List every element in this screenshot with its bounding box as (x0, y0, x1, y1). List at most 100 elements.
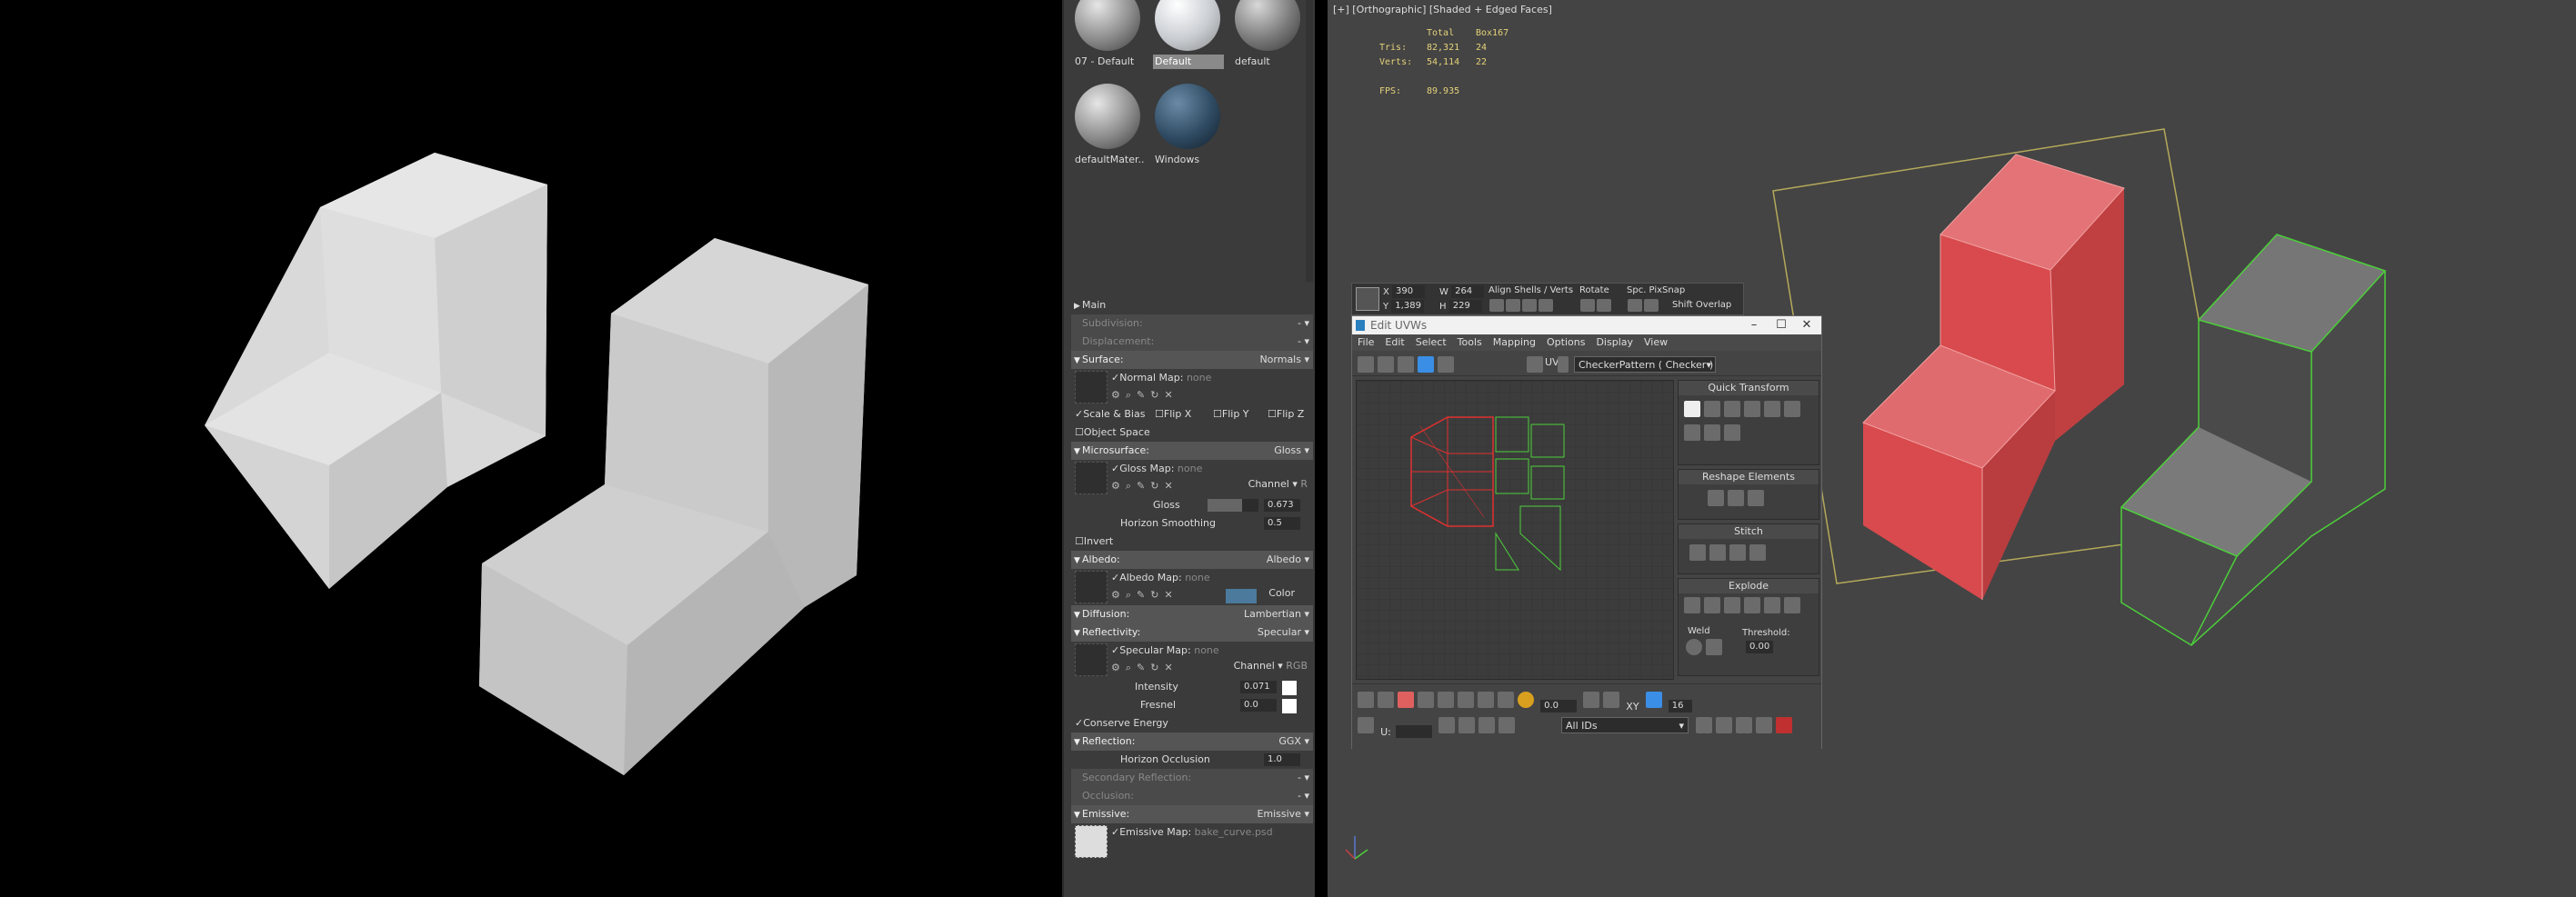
selected-object-red[interactable] (1862, 154, 2125, 600)
material-thumb-windows[interactable]: Windows (1151, 82, 1226, 176)
zoom-region-icon[interactable] (1736, 717, 1752, 733)
flip-x-checkbox[interactable]: ☐Flip X (1155, 405, 1191, 424)
rotate-90-icon[interactable] (1744, 401, 1760, 417)
face-mode-icon[interactable] (1398, 692, 1414, 708)
gloss-value-field[interactable]: 0.673 (1264, 499, 1300, 512)
material-thumb-default-selected[interactable]: Default (1151, 0, 1226, 78)
fresnel-field[interactable]: 0.0 (1240, 699, 1277, 712)
paint-select-icon[interactable] (1583, 692, 1600, 708)
uv-h-field[interactable]: 229 (1448, 300, 1482, 313)
flip-y-checkbox[interactable]: ☐Flip Y (1213, 405, 1249, 424)
gloss-map-slot[interactable] (1075, 462, 1108, 494)
edge-mode-icon[interactable] (1378, 692, 1394, 708)
gloss-slider[interactable] (1208, 499, 1258, 512)
normal-map-slot[interactable] (1075, 371, 1108, 404)
uv-w-field[interactable]: 264 (1451, 285, 1485, 298)
u-field[interactable] (1395, 724, 1432, 738)
unhide-icon[interactable] (1478, 717, 1496, 733)
angle-field[interactable]: 0.0 (1540, 699, 1578, 713)
material-thumb-default-lower[interactable]: default (1231, 0, 1306, 78)
emissive-map-slot[interactable] (1075, 825, 1108, 858)
maximize-icon[interactable]: ☐ (1769, 316, 1794, 334)
render-view[interactable] (0, 0, 1062, 897)
horizon-occlusion-field[interactable]: 1.0 (1264, 753, 1300, 766)
freeform-icon[interactable] (1418, 356, 1434, 373)
close-icon[interactable]: ✕ (1794, 316, 1819, 334)
element-mode-icon[interactable] (1418, 692, 1434, 708)
rotate-minus-90-icon[interactable] (1704, 424, 1720, 441)
menu-file[interactable]: File (1352, 334, 1379, 351)
checker-pattern-dropdown[interactable]: CheckerPattern ( Checker ) ▾ (1574, 356, 1716, 373)
checkbox-icon[interactable]: ✓ (1111, 372, 1119, 384)
section-displacement[interactable]: Displacement: - ▾ (1071, 333, 1313, 351)
material-id-dropdown[interactable]: All IDs ▾ (1561, 717, 1689, 733)
brush-size-icon[interactable] (1603, 692, 1620, 708)
menu-options[interactable]: Options (1541, 334, 1590, 351)
weld-target-icon[interactable] (1706, 639, 1722, 655)
help-icon[interactable] (1776, 717, 1792, 733)
object-green-edged[interactable] (2120, 234, 2387, 646)
specular-channel-dropdown[interactable]: Channel ▾ RGB (1234, 660, 1308, 672)
specular-map-slot[interactable] (1075, 643, 1108, 676)
map-tool-icons[interactable]: ⚙⌕✎↻✕ (1111, 589, 1178, 602)
checker-icon[interactable] (1558, 356, 1569, 373)
section-surface[interactable]: ▼ Surface: Normals ▾ (1071, 351, 1313, 369)
stitch-average-icon[interactable] (1729, 544, 1746, 561)
section-albedo[interactable]: ▼ Albedo: Albedo ▾ (1071, 551, 1313, 569)
show-map-icon[interactable] (1527, 356, 1543, 373)
conserve-energy-row[interactable]: ✓Conserve Energy (1071, 714, 1313, 733)
align-u-icon[interactable] (1704, 401, 1720, 417)
weld-threshold-field[interactable]: 0.00 (1746, 641, 1774, 653)
invert-checkbox[interactable]: ☐Invert (1075, 533, 1113, 551)
section-emissive[interactable]: ▼ Emissive: Emissive ▾ (1071, 805, 1313, 823)
zoom-extents-icon[interactable] (1756, 717, 1772, 733)
intensity-field[interactable]: 0.071 (1240, 681, 1277, 693)
uv-x-field[interactable]: 390 (1392, 285, 1426, 298)
section-microsurface[interactable]: ▼ Microsurface: Gloss ▾ (1071, 442, 1313, 460)
space-v-icon[interactable] (1724, 424, 1740, 441)
settings-gear-icon[interactable] (1358, 717, 1374, 733)
align-left-icon[interactable] (1489, 299, 1504, 312)
menu-display[interactable]: Display (1590, 334, 1639, 351)
align-top-icon[interactable] (1539, 299, 1553, 312)
albedo-color-swatch[interactable] (1226, 589, 1257, 603)
detach-icon[interactable] (1704, 597, 1720, 613)
intensity-color-swatch[interactable] (1282, 681, 1297, 695)
align-center-icon[interactable] (1506, 299, 1520, 312)
thumbnail-scrollbar[interactable] (1306, 0, 1313, 282)
loop-icon[interactable] (1478, 692, 1494, 708)
flatten-icon[interactable] (1724, 597, 1740, 613)
spin-field[interactable]: 16 (1668, 699, 1692, 713)
flatten-smoothing-icon[interactable] (1764, 597, 1780, 613)
align-right-icon[interactable] (1522, 299, 1537, 312)
section-main[interactable]: ▶ Main (1071, 296, 1313, 314)
checkbox-icon[interactable]: ✓ (1111, 572, 1119, 583)
mirror-icon[interactable] (1438, 356, 1454, 373)
object-space-checkbox[interactable]: ☐Object Space (1075, 424, 1150, 442)
weld-selected-icon[interactable] (1686, 639, 1702, 655)
menu-edit[interactable]: Edit (1379, 334, 1409, 351)
minimize-icon[interactable]: – (1741, 316, 1767, 334)
section-subdivision[interactable]: Subdivision: - ▾ (1071, 314, 1313, 333)
pivot-icon[interactable] (1684, 401, 1700, 417)
checkbox-icon[interactable]: ✓ (1111, 826, 1119, 838)
fresnel-color-swatch[interactable] (1282, 699, 1297, 713)
map-tool-icons[interactable]: ⚙⌕✎↻✕ (1111, 662, 1178, 674)
section-reflectivity[interactable]: ▼ Reflectivity: Specular ▾ (1071, 623, 1313, 642)
flatten-settings-icon[interactable] (1784, 597, 1800, 613)
ring-icon[interactable] (1498, 692, 1514, 708)
relax-settings-icon[interactable] (1748, 490, 1764, 506)
shrink-selection-icon[interactable] (1458, 692, 1474, 708)
rotate-cw-icon[interactable] (1597, 299, 1611, 312)
zoom-icon[interactable] (1716, 717, 1732, 733)
vertex-mode-icon[interactable] (1358, 692, 1374, 708)
object-space-row[interactable]: ☐Object Space (1071, 424, 1313, 442)
break-icon[interactable] (1684, 597, 1700, 613)
hide-icon[interactable] (1458, 717, 1476, 733)
straighten-icon[interactable] (1684, 424, 1700, 441)
straighten-selection-icon[interactable] (1708, 490, 1724, 506)
xy-toggle-icon[interactable] (1645, 692, 1662, 708)
menu-mapping[interactable]: Mapping (1488, 334, 1541, 351)
relax-icon[interactable] (1728, 490, 1744, 506)
uv-editor-titlebar[interactable]: Edit UVWs – ☐ ✕ (1352, 316, 1821, 334)
